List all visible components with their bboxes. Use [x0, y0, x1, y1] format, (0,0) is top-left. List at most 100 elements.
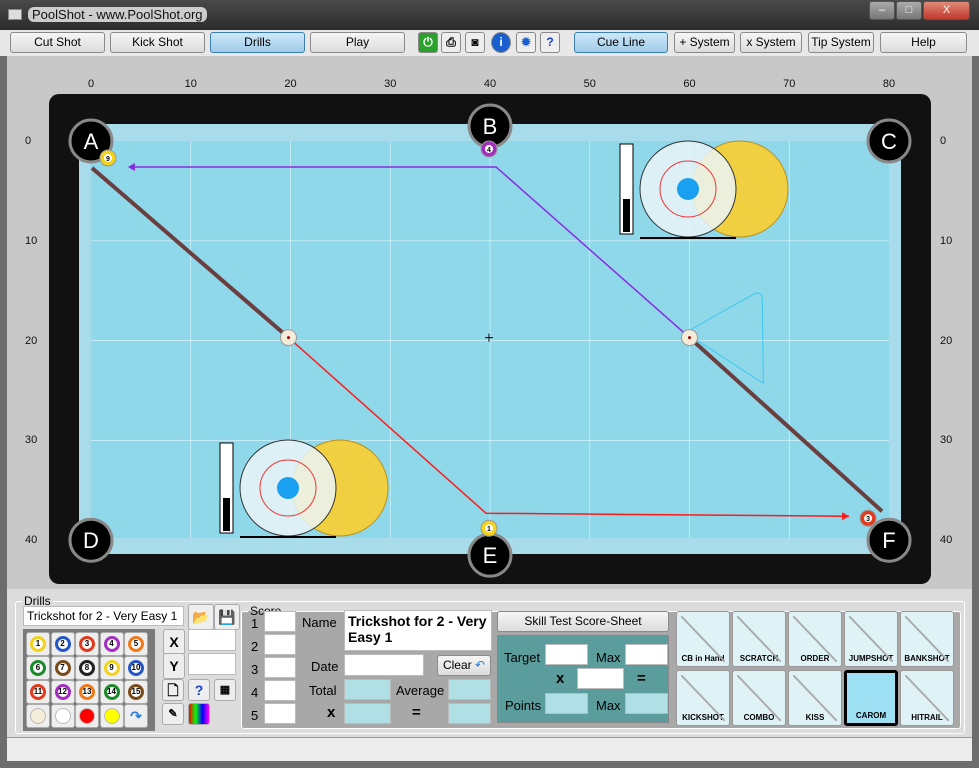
new-document-icon[interactable]: 🗋 [162, 679, 184, 701]
ball-1-button[interactable]: 1 [26, 632, 50, 656]
close-button[interactable]: X [923, 1, 970, 20]
color-grid-icon[interactable] [188, 703, 210, 725]
y-field[interactable] [188, 653, 236, 675]
help-doc-icon[interactable]: ? [540, 32, 560, 53]
score-row-field[interactable] [264, 703, 296, 724]
max-field[interactable] [625, 644, 668, 665]
max2-label: Max [596, 698, 621, 713]
skill-equals-label: = [637, 670, 646, 687]
cut-shot-button[interactable]: Cut Shot [10, 32, 105, 53]
drills-button[interactable]: Drills [210, 32, 305, 53]
multiply-label: x [327, 704, 336, 721]
shot-type-combo[interactable]: COMBO [732, 670, 786, 726]
shot-type-jumpshot[interactable]: JUMPSHOT [844, 611, 898, 667]
x-axis-tick: 30 [384, 78, 397, 90]
minimize-button[interactable]: – [869, 1, 895, 20]
svg-text:9: 9 [106, 156, 110, 163]
shot-type-hitrail[interactable]: HITRAIL [900, 670, 954, 726]
skill-multiplier-field[interactable] [577, 668, 624, 689]
power-icon[interactable]: ⏻ [418, 32, 438, 53]
status-bar [7, 737, 972, 761]
maximize-button[interactable]: □ [896, 1, 922, 20]
save-icon[interactable]: 💾 [214, 604, 240, 630]
ball-14-button[interactable]: 14 [99, 680, 124, 704]
x-axis-tick: 0 [87, 78, 95, 90]
ball-13-button[interactable]: 13 [75, 680, 99, 704]
cue-line-button[interactable]: Cue Line [574, 32, 668, 53]
kick-shot-button[interactable]: Kick Shot [110, 32, 205, 53]
shot-type-bankshot[interactable]: BANKSHOT [900, 611, 954, 667]
open-folder-icon[interactable]: 📂 [188, 604, 214, 630]
y-axis-tick-left: 30 [25, 434, 38, 447]
print-icon[interactable]: ⎙ [441, 32, 461, 53]
ball-12-button[interactable]: 12 [50, 680, 75, 704]
x-field[interactable] [188, 629, 236, 651]
drill-name-field[interactable]: Trickshot for 2 - Very Easy 1 [23, 606, 184, 626]
average-field[interactable] [448, 679, 491, 700]
ball-2-button[interactable]: 2 [50, 632, 75, 656]
score-row-label: 5 [251, 708, 259, 723]
points-field[interactable] [545, 693, 588, 714]
play-button[interactable]: Play [310, 32, 405, 53]
help-button[interactable]: Help [880, 32, 967, 53]
shot-type-kickshot[interactable]: KICKSHOT [676, 670, 730, 726]
ball-8-button[interactable]: 8 [75, 656, 99, 680]
red-ball-button[interactable] [75, 704, 99, 728]
pool-table[interactable]: A B C D E F 9 4 1 3 [7, 56, 972, 589]
edit-notes-icon[interactable]: ✎ [162, 703, 184, 725]
pocket-label: A [84, 129, 99, 154]
result-field[interactable] [448, 703, 491, 724]
tip-system-button[interactable]: Tip System [808, 32, 874, 53]
pocket-label: D [83, 528, 99, 553]
score-row-field[interactable] [264, 657, 296, 678]
ball-10-button[interactable]: 10 [124, 656, 148, 680]
ball-9-button[interactable]: 9 [99, 656, 124, 680]
cue-ball-button[interactable] [26, 704, 50, 728]
spreadsheet-icon[interactable]: ▦ [214, 679, 236, 701]
ball-3-button[interactable]: 3 [75, 632, 99, 656]
skill-test-button[interactable]: Skill Test Score-Sheet [497, 611, 669, 632]
score-row-field[interactable] [264, 611, 296, 632]
undo-icon: ↶ [474, 658, 486, 672]
ball-5-button[interactable]: 5 [124, 632, 148, 656]
camera-icon[interactable]: ◙ [465, 32, 485, 53]
ball-15-button[interactable]: 15 [124, 680, 148, 704]
plus-system-button[interactable]: + System [674, 32, 735, 53]
shot-type-order[interactable]: ORDER [788, 611, 842, 667]
title-bar: PoolShot - www.PoolShot.org – □ X [0, 0, 979, 30]
ball-11-button[interactable]: 11 [26, 680, 50, 704]
x-system-button[interactable]: x System [740, 32, 802, 53]
x-axis-tick: 50 [583, 78, 596, 90]
svg-text:1: 1 [487, 526, 491, 533]
multiplier-field[interactable] [344, 703, 391, 724]
ghost-ball-button[interactable] [50, 704, 75, 728]
settings-icon[interactable]: ✹ [516, 32, 536, 53]
info-icon[interactable]: i [491, 32, 511, 53]
redo-button[interactable]: ↷ [124, 704, 148, 728]
shot-type-scratch[interactable]: SCRATCH [732, 611, 786, 667]
name-field[interactable]: Trickshot for 2 - Very Easy 1 [344, 610, 492, 651]
name-label: Name [302, 615, 337, 630]
ball-7-button[interactable]: 7 [50, 656, 75, 680]
date-label: Date [311, 659, 339, 674]
max2-field[interactable] [625, 693, 668, 714]
clear-button[interactable]: Clear ↶ [437, 655, 491, 676]
shot-type-kiss[interactable]: KISS [788, 670, 842, 726]
target-field[interactable] [545, 644, 588, 665]
date-field[interactable] [344, 654, 424, 676]
ball-6-button[interactable]: 6 [26, 656, 50, 680]
ball-4-button[interactable]: 4 [99, 632, 124, 656]
yellow-ball-button[interactable] [99, 704, 124, 728]
x-axis-tick: 10 [184, 78, 197, 90]
score-row-field[interactable] [264, 680, 296, 701]
document-help-icon[interactable]: ? [188, 679, 210, 701]
pocket-label: F [882, 528, 895, 553]
y-axis-tick-right: 0 [940, 135, 947, 147]
shot-type-carom[interactable]: CAROM [844, 670, 898, 726]
shot-type-cb-in-hand[interactable]: CB in Hand [676, 611, 730, 667]
y-button[interactable]: Y [163, 653, 185, 679]
table-view[interactable]: A B C D E F 9 4 1 3 0 10 20 30 40 50 60 70 80 0 0 10 10 20 20 30… [7, 56, 972, 589]
score-row-field[interactable] [264, 634, 296, 655]
total-field[interactable] [344, 679, 391, 700]
x-button[interactable]: X [163, 629, 185, 655]
